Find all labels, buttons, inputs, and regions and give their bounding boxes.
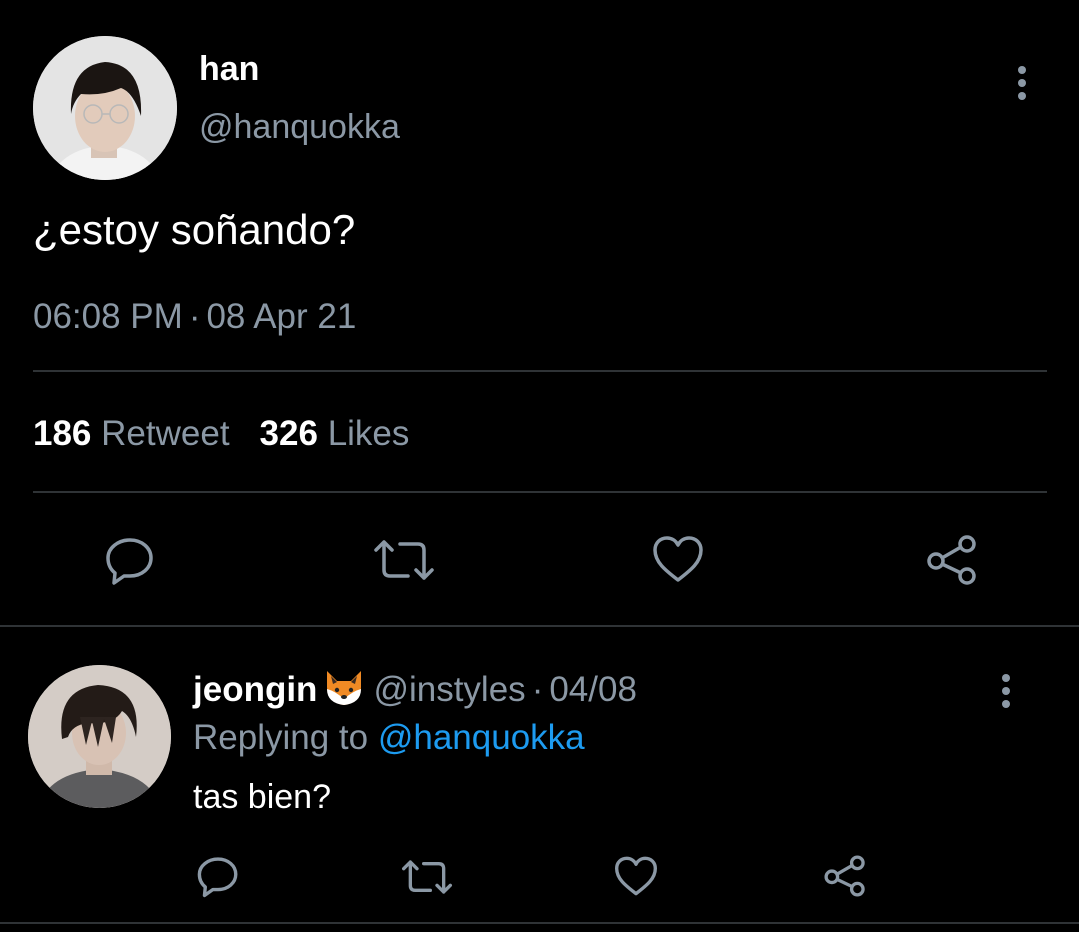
replying-to: Replying to @hanquokka	[193, 718, 585, 758]
timestamp-separator: ·	[188, 297, 201, 336]
section-divider	[0, 625, 1079, 627]
tweet-time: 06:08 PM	[33, 297, 183, 336]
fox-face-icon	[323, 669, 365, 716]
like-count: 326	[259, 414, 318, 453]
author-handle[interactable]: @hanquokka	[199, 108, 400, 147]
more-options-icon[interactable]	[1010, 66, 1034, 106]
replying-prefix: Replying to	[193, 718, 369, 757]
reply-more-options-icon[interactable]	[994, 674, 1018, 714]
retweet-icon[interactable]	[372, 536, 436, 584]
reply-author-name[interactable]: jeongin	[193, 670, 317, 709]
reply-like-icon[interactable]	[613, 855, 659, 897]
author-name[interactable]: han	[199, 50, 259, 89]
replying-to-mention[interactable]: @hanquokka	[378, 718, 585, 757]
share-icon[interactable]	[924, 532, 980, 588]
reply-avatar-photo	[28, 665, 171, 808]
reply-date: 04/08	[549, 670, 637, 709]
tweet-text: ¿estoy soñando?	[33, 206, 356, 253]
reply-text: tas bien?	[193, 778, 331, 816]
retweet-stat[interactable]: 186 Retweet	[33, 414, 230, 453]
tweet-stats: 186 Retweet 326 Likes	[33, 414, 409, 454]
reply-separator: ·	[531, 670, 544, 709]
tweet-detail-screen: han @hanquokka ¿estoy soñando? 06:08 PM ·…	[0, 0, 1079, 932]
tweet-timestamp: 06:08 PM · 08 Apr 21	[33, 297, 356, 337]
divider	[33, 491, 1047, 493]
retweet-label: Retweet	[101, 414, 230, 453]
reply-author-avatar[interactable]	[28, 665, 171, 808]
reply-reply-icon[interactable]	[196, 854, 240, 898]
like-icon[interactable]	[651, 534, 705, 584]
retweet-count: 186	[33, 414, 92, 453]
reply-retweet-icon[interactable]	[400, 857, 454, 897]
reply-share-icon[interactable]	[822, 853, 868, 899]
like-label: Likes	[327, 414, 410, 453]
avatar-photo	[33, 36, 177, 180]
reply-header: jeongin @instyles · 04/08	[193, 669, 637, 716]
reply-author-handle[interactable]: @instyles	[373, 670, 525, 709]
like-stat[interactable]: 326 Likes	[260, 414, 410, 453]
tweet-date: 08 Apr 21	[206, 297, 357, 336]
author-avatar[interactable]	[33, 36, 177, 180]
reply-icon[interactable]	[104, 534, 156, 586]
divider	[33, 370, 1047, 372]
bottom-divider	[0, 922, 1079, 924]
